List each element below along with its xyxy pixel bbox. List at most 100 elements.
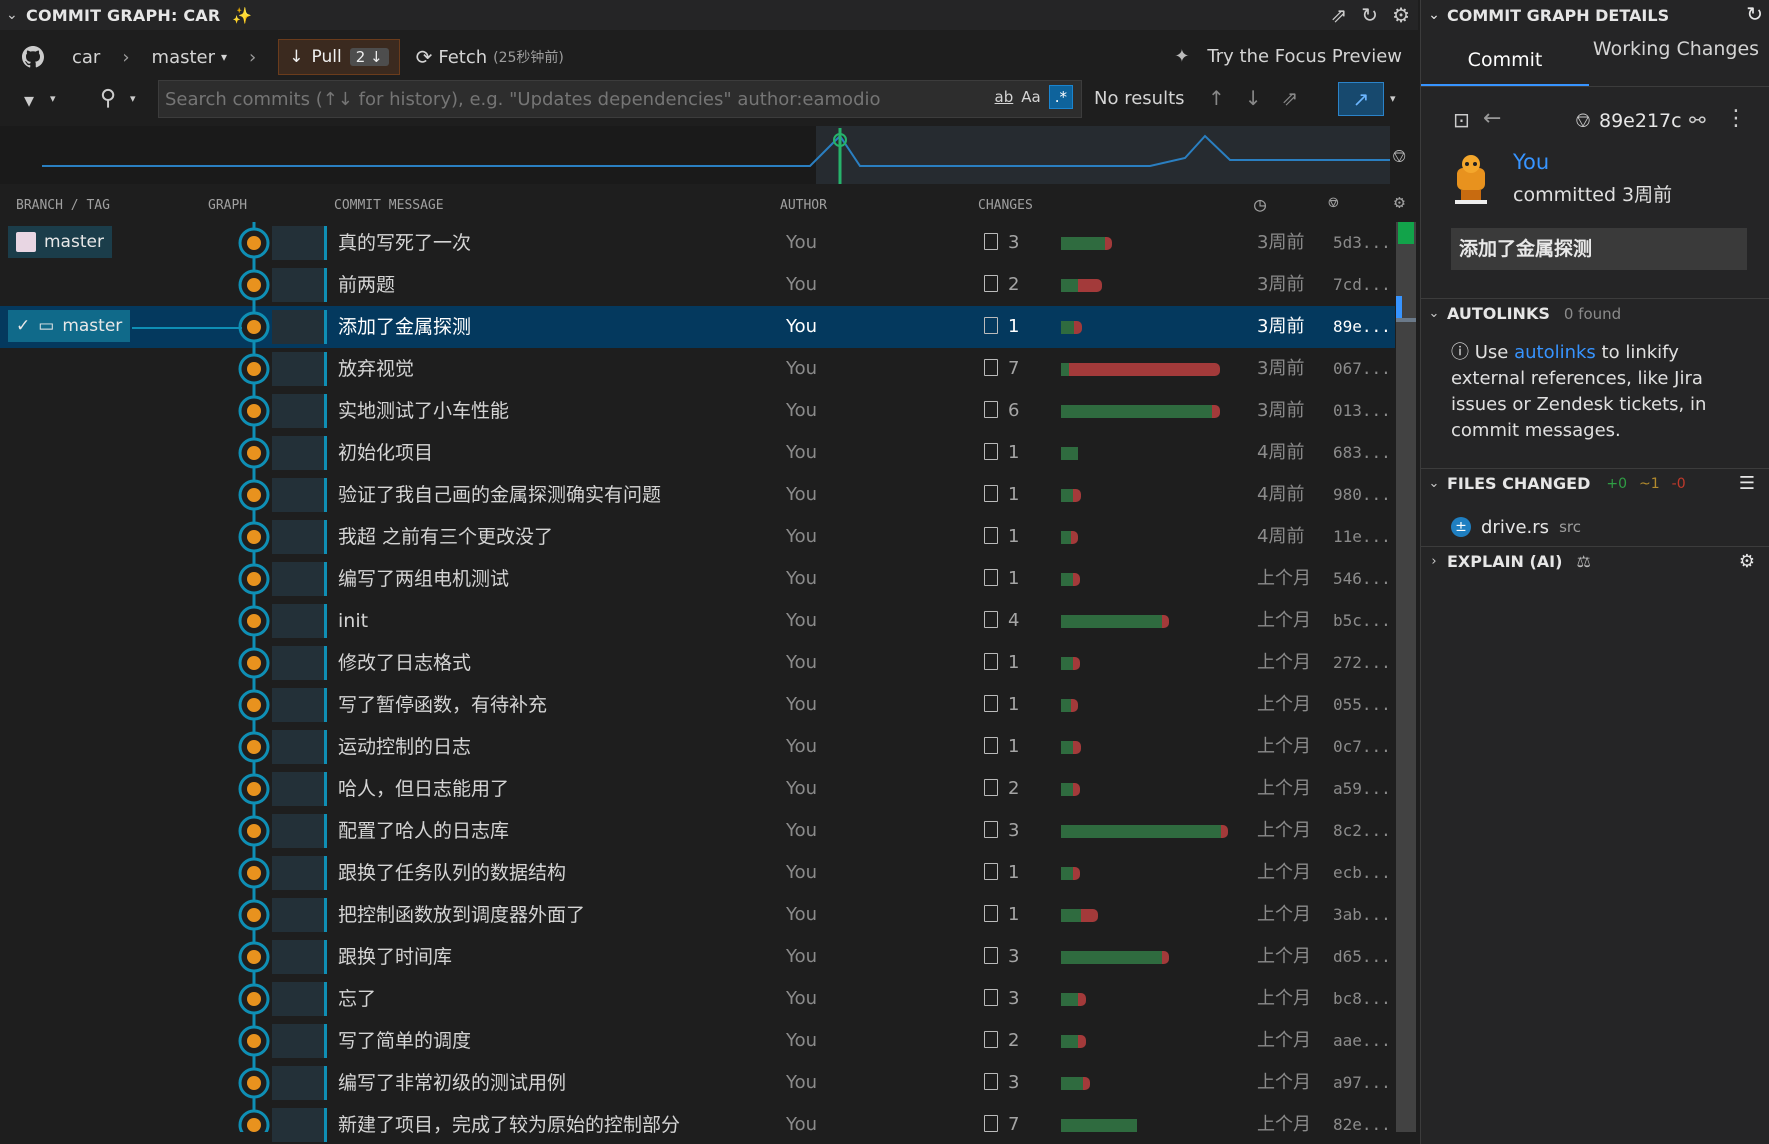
chevron-down-icon[interactable]: ⌄ xyxy=(1421,7,1447,23)
regex-toggle[interactable]: .* xyxy=(1048,85,1073,109)
repo-name[interactable]: car xyxy=(72,47,100,68)
arrow-left-icon[interactable]: ← xyxy=(1483,106,1501,131)
commit-row[interactable]: 写了简单的调度 You 2 上个月 aae... xyxy=(0,1020,1395,1062)
chart-icon[interactable]: ↗ xyxy=(1338,82,1384,116)
commit-row[interactable]: 编写了非常初级的测试用例 You 3 上个月 a97... xyxy=(0,1062,1395,1104)
commit-row[interactable]: 运动控制的日志 You 1 上个月 0c7... xyxy=(0,726,1395,768)
commit-row[interactable]: 修改了日志格式 You 1 上个月 272... xyxy=(0,642,1395,684)
commit-date: 上个月 xyxy=(1257,568,1311,589)
more-icon[interactable]: ⋮ xyxy=(1725,106,1747,131)
refresh-icon[interactable]: ↻ xyxy=(1361,3,1378,27)
pin-icon[interactable]: ⊡ xyxy=(1453,108,1470,132)
commit-row[interactable]: 放弃视觉 You 7 3周前 067... xyxy=(0,348,1395,390)
focus-preview[interactable]: ✦ Try the Focus Preview xyxy=(1174,46,1402,67)
branch-tag-local-master[interactable]: ✓ ▭ master xyxy=(8,310,131,342)
refresh-icon[interactable]: ↻ xyxy=(1746,2,1763,26)
open-external-icon[interactable]: ⇗ xyxy=(1331,3,1348,27)
commit-row[interactable]: 验证了我自己画的金属探测确实有问题 You 1 4周前 980... xyxy=(0,474,1395,516)
files-changed-section-header[interactable]: ⌄ FILES CHANGED +0 ~1 -0 ☰ xyxy=(1421,468,1769,498)
autolinks-section-header[interactable]: ⌄ AUTOLINKS 0 found xyxy=(1421,298,1769,328)
changed-file-item[interactable]: ± drive.rs src xyxy=(1451,512,1581,542)
search-input[interactable] xyxy=(159,88,979,110)
tab-working-changes[interactable]: Working Changes xyxy=(1591,34,1761,86)
compare-icon[interactable]: ⚯ xyxy=(1689,108,1706,132)
changes-bar xyxy=(1061,405,1220,418)
additions-bar xyxy=(1061,867,1073,880)
commit-date: 上个月 xyxy=(1257,778,1311,799)
commit-row[interactable]: 实地测试了小车性能 You 6 3周前 013... xyxy=(0,390,1395,432)
commit-row[interactable]: 新建了项目，完成了较为原始的控制部分 You 7 上个月 82e... xyxy=(0,1104,1395,1144)
search-icon[interactable]: ⚲ xyxy=(100,86,116,111)
pull-button[interactable]: ↓ Pull 2 ↓ xyxy=(278,39,400,75)
chevron-down-icon[interactable]: ▾ xyxy=(1390,92,1396,105)
commit-sha: b5c... xyxy=(1333,611,1391,630)
file-icon xyxy=(984,569,998,586)
commit-nav-bar: ⊡ ← ⎊ 89e217c ⚯ ⋮ xyxy=(1421,104,1769,140)
column-changes[interactable]: CHANGES xyxy=(978,198,1033,213)
commit-row[interactable]: 编写了两组电机测试 You 1 上个月 546... xyxy=(0,558,1395,600)
commit-row[interactable]: 跟换了任务队列的数据结构 You 1 上个月 ecb... xyxy=(0,852,1395,894)
commit-author[interactable]: You xyxy=(1513,150,1549,174)
clock-icon[interactable]: ◷ xyxy=(1254,192,1266,216)
chevron-down-icon[interactable]: ▾ xyxy=(50,92,56,105)
gear-icon[interactable]: ⚙ xyxy=(1394,192,1405,213)
author-link[interactable]: You xyxy=(1513,150,1549,174)
match-case-toggle[interactable]: Aa xyxy=(1021,88,1040,106)
deletions-bar xyxy=(1073,783,1080,796)
commit-row[interactable]: 哈人，但日志能用了 You 2 上个月 a59... xyxy=(0,768,1395,810)
commit-minimap[interactable] xyxy=(0,126,1390,184)
branch-selector[interactable]: master ▾ xyxy=(152,47,228,68)
commit-icon[interactable]: ⎊ xyxy=(1328,192,1339,213)
tab-commit[interactable]: Commit xyxy=(1421,34,1589,86)
deletions-bar xyxy=(1071,531,1078,544)
graph-separator xyxy=(324,1024,327,1058)
sparkle-icon[interactable]: ✨ xyxy=(232,6,252,25)
graph-separator xyxy=(324,478,327,512)
arrow-down-icon[interactable]: ↓ xyxy=(1245,86,1262,110)
deletions-bar xyxy=(1078,993,1086,1006)
branch-tag-remote-master[interactable]: master xyxy=(8,226,112,258)
view-options-icon[interactable]: ☰ xyxy=(1739,473,1755,494)
avatar xyxy=(16,232,36,252)
commit-avatar xyxy=(247,320,261,334)
files-changed-count: 1 xyxy=(984,558,1019,600)
commit-icon: ⎊ xyxy=(1575,108,1591,132)
fetch-button[interactable]: ⟳ Fetch (25秒钟前) xyxy=(416,45,564,69)
scrollbar[interactable] xyxy=(1396,222,1416,1132)
column-author[interactable]: AUTHOR xyxy=(780,198,827,213)
commit-row[interactable]: 忘了 You 3 上个月 bc8... xyxy=(0,978,1395,1020)
commit-row[interactable]: 跟换了时间库 You 3 上个月 d65... xyxy=(0,936,1395,978)
gear-icon[interactable]: ⚙ xyxy=(1392,3,1410,27)
column-branch-tag[interactable]: BRANCH / TAG xyxy=(16,198,110,213)
chevron-down-icon[interactable]: ▾ xyxy=(130,92,136,105)
commit-sha[interactable]: 89e217c xyxy=(1599,110,1682,132)
deletions-bar xyxy=(1069,363,1220,376)
commit-row[interactable]: 配置了哈人的日志库 You 3 上个月 8c2... xyxy=(0,810,1395,852)
deletions-bar xyxy=(1083,1077,1090,1090)
ai-icon[interactable]: ⚙ xyxy=(1739,551,1755,572)
commit-avatar xyxy=(247,446,261,460)
commit-row[interactable]: init You 4 上个月 b5c... xyxy=(0,600,1395,642)
explain-ai-section-header[interactable]: › EXPLAIN (AI) ⚖ ⚙ xyxy=(1421,546,1769,576)
file-dir: src xyxy=(1559,518,1581,536)
column-graph[interactable]: GRAPH xyxy=(208,198,247,213)
repo-toolbar: car › master ▾ › ↓ Pull 2 ↓ ⟳ Fetch (25秒… xyxy=(0,36,1418,78)
column-message[interactable]: COMMIT MESSAGE xyxy=(334,198,444,213)
commit-row[interactable]: 初始化项目 You 1 4周前 683... xyxy=(0,432,1395,474)
graph-separator xyxy=(324,394,327,428)
commit-row[interactable]: 我超 之前有三个更改没了 You 1 4周前 11e... xyxy=(0,516,1395,558)
commit-row[interactable]: 真的写死了一次 You 3 3周前 5d3... xyxy=(0,222,1395,264)
files-changed-count: 1 xyxy=(984,474,1019,516)
arrow-up-icon[interactable]: ↑ xyxy=(1208,86,1225,110)
files-count-value: 3 xyxy=(1008,988,1020,1009)
commit-row[interactable]: 前两题 You 2 3周前 7cd... xyxy=(0,264,1395,306)
commit-avatar xyxy=(247,488,261,502)
match-word-toggle[interactable]: ab xyxy=(995,88,1014,106)
chevron-down-icon[interactable]: ⌄ xyxy=(6,7,26,23)
github-icon[interactable] xyxy=(22,46,44,68)
commit-row[interactable]: 把控制函数放到调度器外面了 You 1 上个月 3ab... xyxy=(0,894,1395,936)
autolinks-link[interactable]: autolinks xyxy=(1514,342,1596,363)
filter-icon[interactable]: ▾︎ xyxy=(24,88,34,112)
commit-row[interactable]: 写了暂停函数，有待补充 You 1 上个月 055... xyxy=(0,684,1395,726)
open-external-icon[interactable]: ⇗ xyxy=(1282,86,1299,110)
